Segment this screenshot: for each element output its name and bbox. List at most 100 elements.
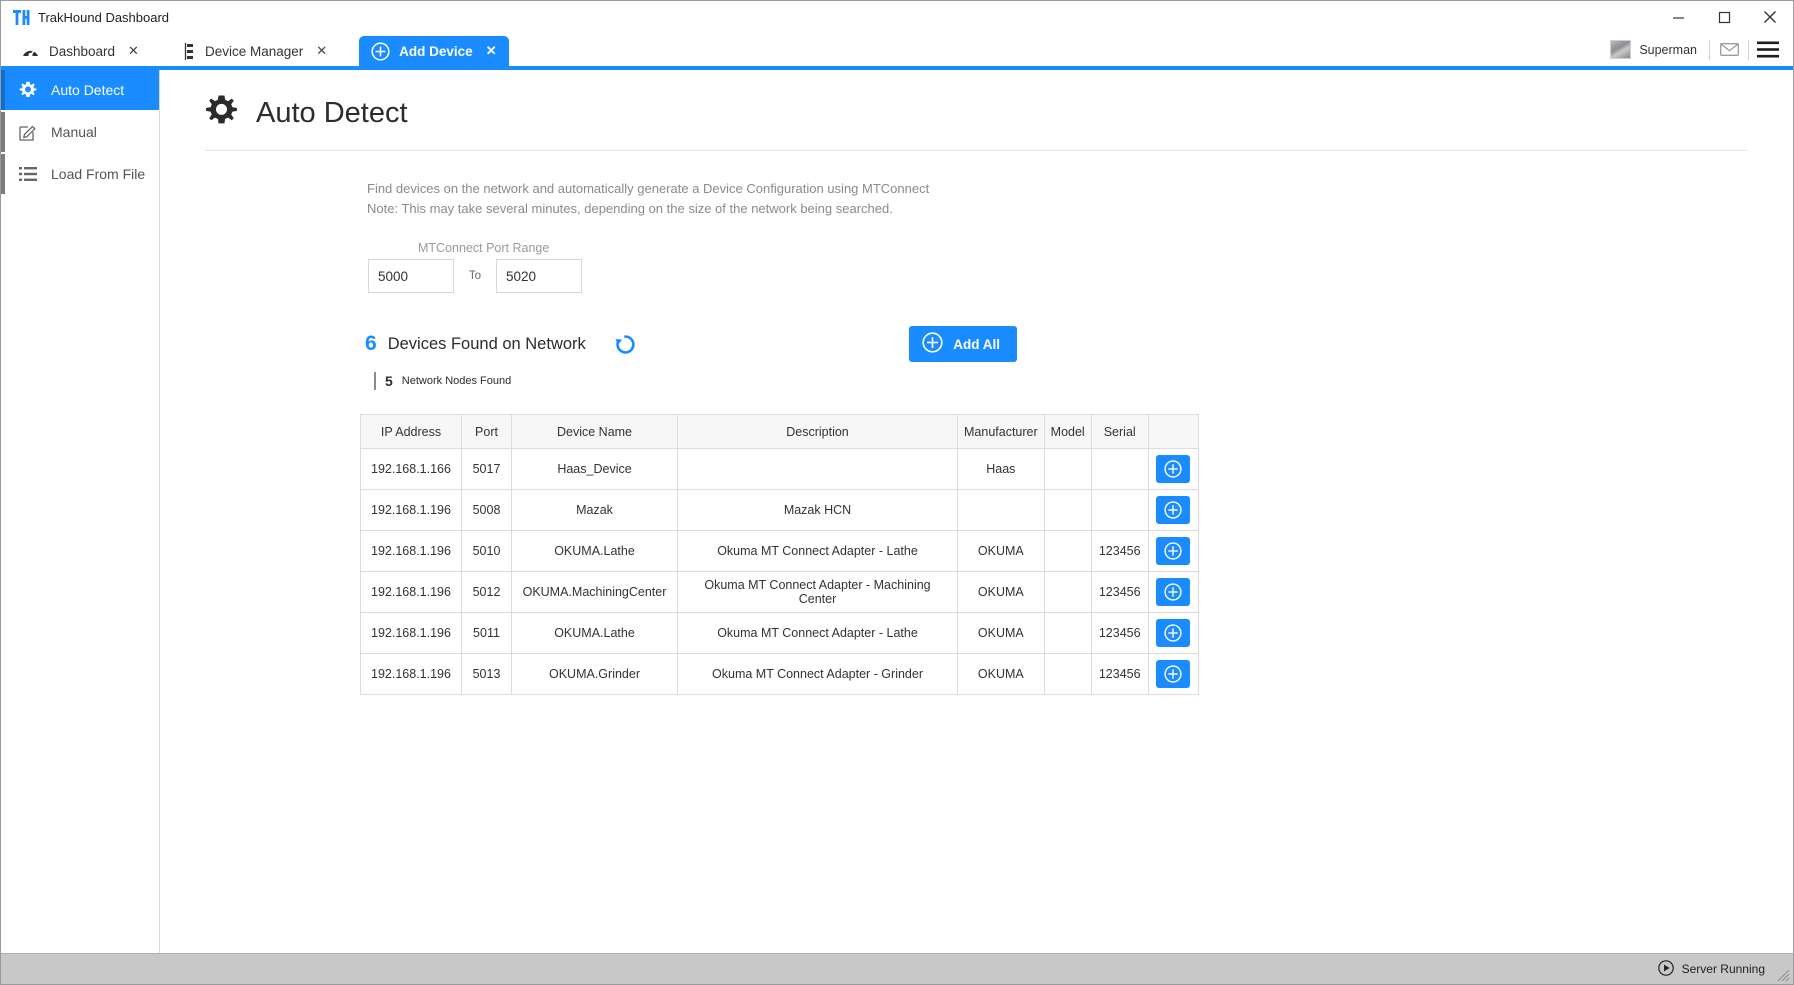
table-row[interactable]: 192.168.1.196 5013 OKUMA.Grinder Okuma M…	[360, 653, 1199, 696]
add-device-button[interactable]	[1156, 537, 1191, 566]
cell-port: 5012	[461, 571, 512, 614]
port-range-label: MTConnect Port Range	[418, 241, 550, 256]
add-device-button[interactable]	[1156, 578, 1191, 607]
cell-action	[1147, 530, 1199, 573]
tab-add-device[interactable]: Add Device ✕	[359, 36, 509, 66]
cell-action	[1147, 653, 1199, 696]
refresh-icon[interactable]	[614, 333, 637, 356]
cell-device-name: Haas_Device	[511, 448, 678, 491]
add-device-button[interactable]	[1156, 619, 1191, 648]
cell-device-name: Mazak	[511, 489, 678, 532]
tab-label: Device Manager	[204, 43, 304, 59]
description-line-2: Note: This may take several minutes, dep…	[367, 201, 893, 217]
list-icon	[18, 166, 38, 182]
tab-close-icon[interactable]: ✕	[128, 43, 139, 59]
status-bar: Server Running	[1, 953, 1793, 984]
sidebar-item-label: Load From File	[51, 166, 146, 182]
cell-model	[1043, 448, 1092, 491]
cell-manufacturer: OKUMA	[957, 653, 1045, 696]
table-row[interactable]: 192.168.1.196 5010 OKUMA.Lathe Okuma MT …	[360, 530, 1199, 573]
sidebar: Auto Detect Manual Load From File	[1, 70, 160, 953]
tab-close-icon[interactable]: ✕	[316, 43, 327, 59]
add-device-button[interactable]	[1156, 660, 1191, 689]
column-header-ip-address[interactable]: IP Address	[360, 414, 462, 450]
sidebar-item-label: Auto Detect	[51, 82, 125, 98]
sidebar-item-auto-detect[interactable]: Auto Detect	[1, 70, 159, 110]
tab-dashboard[interactable]: Dashboard ✕	[9, 36, 149, 66]
plus-circle-icon	[371, 41, 390, 61]
mail-icon[interactable]	[1710, 33, 1748, 66]
port-from-input[interactable]	[368, 259, 454, 294]
cell-serial: 123456	[1090, 571, 1149, 614]
page-header: Auto Detect	[160, 70, 1793, 132]
cell-manufacturer	[957, 489, 1045, 532]
resize-grip[interactable]	[1774, 966, 1790, 982]
add-all-button[interactable]: Add All	[909, 326, 1017, 363]
cell-description	[677, 448, 958, 491]
minimize-button[interactable]	[1655, 1, 1701, 33]
cell-port: 5008	[461, 489, 512, 532]
description-line-1: Find devices on the network and automati…	[367, 181, 930, 196]
tab-label: Add Device	[399, 43, 473, 59]
avatar[interactable]	[1610, 40, 1632, 59]
cell-port: 5013	[461, 653, 512, 696]
application-window: TrakHound Dashboard Dashboard ✕ Device M…	[0, 0, 1794, 985]
column-header-description[interactable]: Description	[677, 414, 958, 450]
cell-ip-address: 192.168.1.196	[360, 612, 462, 655]
tab-device-manager[interactable]: Device Manager ✕	[170, 36, 338, 66]
port-to-label: To	[468, 270, 482, 283]
tab-close-icon[interactable]: ✕	[486, 43, 497, 59]
cell-model	[1043, 612, 1092, 655]
devices-found-row: 6 Devices Found on Network Add All	[365, 326, 1793, 363]
column-header-device-name[interactable]: Device Name	[511, 414, 678, 450]
network-nodes-label: Network Nodes Found	[401, 375, 512, 388]
devices-found-label: Devices Found on Network	[387, 334, 586, 353]
app-body: Auto Detect Manual Load From File Auto D…	[1, 70, 1793, 953]
port-to-input[interactable]	[496, 259, 582, 294]
sidebar-item-manual[interactable]: Manual	[1, 112, 159, 152]
table-header-row: IP Address Port Device Name Description …	[360, 414, 1199, 450]
cell-description: Okuma MT Connect Adapter - Machining Cen…	[677, 571, 958, 614]
table-row[interactable]: 192.168.1.166 5017 Haas_Device Haas	[360, 448, 1199, 491]
cell-description: Mazak HCN	[677, 489, 958, 532]
table-row[interactable]: 192.168.1.196 5012 OKUMA.MachiningCenter…	[360, 571, 1199, 614]
column-header-manufacturer[interactable]: Manufacturer	[957, 414, 1045, 450]
cell-manufacturer: OKUMA	[957, 612, 1045, 655]
cell-model	[1043, 571, 1092, 614]
hamburger-menu-icon[interactable]	[1749, 33, 1787, 66]
device-manager-icon	[183, 42, 196, 60]
tab-bar: Dashboard ✕ Device Manager ✕ Add Device …	[1, 33, 1793, 66]
close-button[interactable]	[1747, 1, 1793, 33]
table-row[interactable]: 192.168.1.196 5008 Mazak Mazak HCN	[360, 489, 1199, 532]
cell-model	[1043, 530, 1092, 573]
network-nodes-count: 5	[385, 373, 393, 390]
add-device-button[interactable]	[1156, 455, 1191, 484]
cell-serial: 123456	[1090, 530, 1149, 573]
cell-port: 5010	[461, 530, 512, 573]
column-header-port[interactable]: Port	[461, 414, 512, 450]
add-all-label: Add All	[953, 336, 1000, 352]
server-status[interactable]: Server Running	[1657, 959, 1765, 979]
dashboard-gauge-icon	[21, 44, 40, 59]
table-row[interactable]: 192.168.1.196 5011 OKUMA.Lathe Okuma MT …	[360, 612, 1199, 655]
cell-manufacturer: OKUMA	[957, 571, 1045, 614]
play-circle-icon	[1657, 959, 1674, 979]
gear-icon	[205, 94, 238, 132]
port-range-row: To	[368, 259, 1793, 294]
cell-manufacturer: OKUMA	[957, 530, 1045, 573]
cell-manufacturer: Haas	[957, 448, 1045, 491]
gear-icon	[18, 81, 38, 99]
app-logo-icon	[13, 9, 30, 25]
devices-found-count: 6	[365, 332, 377, 356]
cell-port: 5011	[461, 612, 512, 655]
column-header-model[interactable]: Model	[1043, 414, 1092, 450]
cell-model	[1043, 653, 1092, 696]
username-label: Superman	[1639, 42, 1697, 57]
maximize-button[interactable]	[1701, 1, 1747, 33]
add-device-button[interactable]	[1156, 496, 1191, 525]
cell-device-name: OKUMA.Lathe	[511, 612, 678, 655]
sidebar-item-load-from-file[interactable]: Load From File	[1, 154, 159, 194]
column-header-serial[interactable]: Serial	[1090, 414, 1149, 450]
cell-serial	[1090, 489, 1149, 532]
cell-serial	[1090, 448, 1149, 491]
